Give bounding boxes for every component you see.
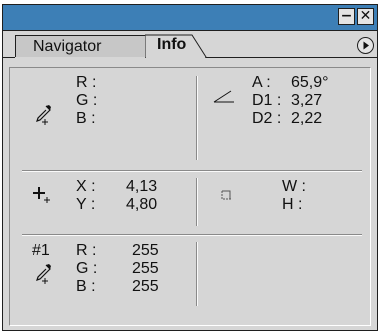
position-y-value: 4,80 [126,196,158,213]
sampler-eyedropper-icon [32,262,54,291]
sample-r-label: R : [76,242,97,259]
sample-r-value: 255 [132,242,159,259]
position-y-label: Y : [76,196,96,213]
size-h-label: H : [282,196,303,213]
tab-info-label: Info [157,36,187,53]
angle-d2-value: 2,22 [291,110,323,127]
sampler-id: #1 [32,242,50,259]
sample-g-label: G : [76,260,98,277]
play-icon [363,41,369,50]
info-palette: − ✕ Navigator Info R : G: B: A: D1: … [2,4,378,331]
color1-r-label: R : [76,74,97,91]
eyedropper-icon [32,103,54,132]
sample-b-value: 255 [132,278,159,295]
position-x-value: 4,13 [126,178,158,195]
sample-g-value: 255 [132,260,159,277]
position-x-label: X : [76,178,96,195]
divider-v-middle [196,178,198,226]
angle-a-value: 65,9° [291,74,329,91]
angle-d1-value: 3,27 [291,92,323,109]
color1-b-label: B : [76,110,96,127]
divider-v-top [196,76,198,160]
size-w-label: W : [282,178,306,195]
angle-icon [212,88,236,109]
sample-b-label: B : [76,278,96,295]
palette-titlebar[interactable]: − ✕ [3,5,377,31]
divider-v-bottom [196,242,198,306]
close-button[interactable]: ✕ [357,8,374,25]
crosshair-icon [32,184,54,209]
angle-d1-label: D1 : [252,92,282,109]
divider-h-2 [22,234,362,236]
color1-g-label: G : [76,92,98,109]
tab-baseline-right [206,57,377,58]
angle-d2-label: D2 : [252,110,282,127]
tab-bar: Navigator Info [3,31,377,60]
tab-info[interactable]: Info [145,34,207,58]
angle-a-label: A : [252,74,271,91]
divider-h-1 [22,170,362,172]
minimize-button[interactable]: − [338,8,355,25]
tab-navigator[interactable]: Navigator [15,35,150,57]
palette-menu-button[interactable] [357,37,374,54]
selection-size-icon [219,188,235,209]
tab-baseline-left [3,57,15,58]
info-content: R : G : B : A : D1 : D2 : 65,9° 3,27 2,2… [9,67,371,326]
